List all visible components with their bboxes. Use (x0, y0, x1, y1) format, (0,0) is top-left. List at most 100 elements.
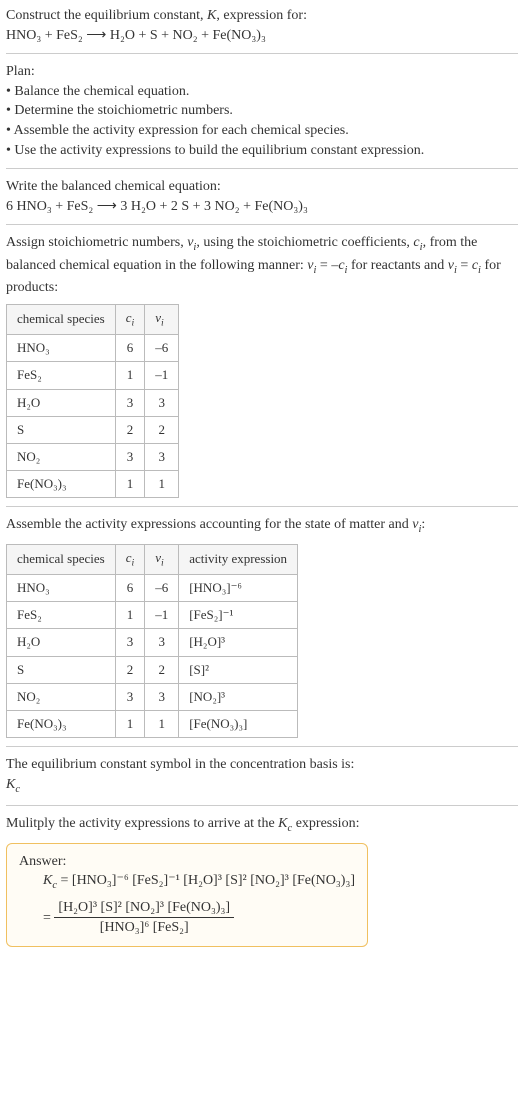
table-row: NO₂33[NO₂]³ (7, 683, 298, 710)
symbol-line2: Kc (6, 775, 518, 797)
cell-expr: [HNO₃]⁻⁶ (179, 574, 298, 601)
cell-v: 3 (145, 443, 179, 470)
cell-species: HNO₃ (7, 574, 116, 601)
assign-block: Assign stoichiometric numbers, νi, using… (6, 233, 518, 498)
cell-c: 1 (115, 602, 145, 629)
cell-species: H₂O (7, 389, 116, 416)
cell-species: H₂O (7, 629, 116, 656)
cell-c: 6 (115, 335, 145, 362)
balanced-block: Write the balanced chemical equation: 6 … (6, 177, 518, 216)
answer-line1: Kc = [HNO₃]⁻⁶ [FeS₂]⁻¹ [H₂O]³ [S]² [NO₂]… (19, 871, 355, 893)
assign-text: Assign stoichiometric numbers, νi, using… (6, 233, 518, 298)
equals: = (43, 910, 54, 925)
cell-v: 1 (145, 471, 179, 498)
cell-c: 1 (115, 362, 145, 389)
col-species: chemical species (7, 304, 116, 334)
table-row: NO₂33 (7, 443, 179, 470)
cell-species: Fe(NO₃)₃ (7, 471, 116, 498)
title-line1-text: Construct the equilibrium constant, K, e… (6, 6, 518, 26)
cell-species: HNO₃ (7, 335, 116, 362)
cell-species: S (7, 656, 116, 683)
table-row: HNO₃6–6[HNO₃]⁻⁶ (7, 574, 298, 601)
table-row: H₂O33[H₂O]³ (7, 629, 298, 656)
table-row: HNO₃6–6 (7, 335, 179, 362)
table-row: H₂O33 (7, 389, 179, 416)
col-vi: νi (145, 544, 179, 574)
stoich-table: chemical species ci νi HNO₃6–6 FeS₂1–1 H… (6, 304, 179, 498)
cell-expr: [FeS₂]⁻¹ (179, 602, 298, 629)
divider (6, 506, 518, 507)
plan-heading: Plan: (6, 62, 518, 82)
cell-species: NO₂ (7, 443, 116, 470)
cell-c: 1 (115, 710, 145, 737)
table-row: Fe(NO₃)₃11[Fe(NO₃)₃] (7, 710, 298, 737)
cell-c: 6 (115, 574, 145, 601)
divider (6, 805, 518, 806)
table-row: S22[S]² (7, 656, 298, 683)
col-expr: activity expression (179, 544, 298, 574)
assemble-block: Assemble the activity expressions accoun… (6, 515, 518, 738)
cell-c: 2 (115, 416, 145, 443)
cell-c: 3 (115, 629, 145, 656)
plan-item: • Determine the stoichiometric numbers. (6, 101, 518, 121)
cell-c: 3 (115, 389, 145, 416)
divider (6, 224, 518, 225)
cell-v: 3 (145, 629, 179, 656)
divider (6, 168, 518, 169)
answer-line2: = [H₂O]³ [S]² [NO₂]³ [Fe(NO₃)₃] [HNO₃]⁶ … (19, 898, 355, 938)
plan-item: • Use the activity expressions to build … (6, 141, 518, 161)
answer-box: Answer: Kc = [HNO₃]⁻⁶ [FeS₂]⁻¹ [H₂O]³ [S… (6, 843, 368, 947)
cell-c: 3 (115, 683, 145, 710)
fraction-numerator: [H₂O]³ [S]² [NO₂]³ [Fe(NO₃)₃] (54, 898, 234, 919)
answer-label: Answer: (19, 852, 355, 872)
col-vi: νi (145, 304, 179, 334)
cell-expr: [S]² (179, 656, 298, 683)
cell-c: 2 (115, 656, 145, 683)
table-row: Fe(NO₃)₃11 (7, 471, 179, 498)
fraction-denominator: [HNO₃]⁶ [FeS₂] (54, 918, 234, 938)
cell-v: 3 (145, 389, 179, 416)
cell-expr: [Fe(NO₃)₃] (179, 710, 298, 737)
cell-v: 2 (145, 656, 179, 683)
table-row: S22 (7, 416, 179, 443)
fraction: [H₂O]³ [S]² [NO₂]³ [Fe(NO₃)₃] [HNO₃]⁶ [F… (54, 898, 234, 938)
cell-c: 1 (115, 471, 145, 498)
cell-v: 1 (145, 710, 179, 737)
cell-species: Fe(NO₃)₃ (7, 710, 116, 737)
cell-species: FeS₂ (7, 602, 116, 629)
cell-v: –6 (145, 335, 179, 362)
multiply-block: Mulitply the activity expressions to arr… (6, 814, 518, 947)
cell-v: –1 (145, 362, 179, 389)
cell-species: FeS₂ (7, 362, 116, 389)
problem-statement: Construct the equilibrium constant, K, e… (6, 6, 518, 45)
assemble-text: Assemble the activity expressions accoun… (6, 515, 518, 537)
col-species: chemical species (7, 544, 116, 574)
plan-item: • Assemble the activity expression for e… (6, 121, 518, 141)
balanced-equation: 6 HNO₃ + FeS₂ ⟶ 3 H₂O + 2 S + 3 NO₂ + Fe… (6, 197, 518, 217)
divider (6, 53, 518, 54)
title-equation: HNO₃ + FeS₂ ⟶ H₂O + S + NO₂ + Fe(NO₃)₃ (6, 26, 518, 46)
plan-item: • Balance the chemical equation. (6, 82, 518, 102)
cell-v: 3 (145, 683, 179, 710)
cell-c: 3 (115, 443, 145, 470)
col-ci: ci (115, 544, 145, 574)
table-row: FeS₂1–1[FeS₂]⁻¹ (7, 602, 298, 629)
cell-expr: [NO₂]³ (179, 683, 298, 710)
table-header-row: chemical species ci νi activity expressi… (7, 544, 298, 574)
cell-v: 2 (145, 416, 179, 443)
symbol-block: The equilibrium constant symbol in the c… (6, 755, 518, 797)
multiply-text: Mulitply the activity expressions to arr… (6, 814, 518, 836)
cell-v: –6 (145, 574, 179, 601)
table-row: FeS₂1–1 (7, 362, 179, 389)
balanced-heading: Write the balanced chemical equation: (6, 177, 518, 197)
cell-expr: [H₂O]³ (179, 629, 298, 656)
plan-block: Plan: • Balance the chemical equation. •… (6, 62, 518, 160)
symbol-line1: The equilibrium constant symbol in the c… (6, 755, 518, 775)
cell-species: NO₂ (7, 683, 116, 710)
cell-v: –1 (145, 602, 179, 629)
col-ci: ci (115, 304, 145, 334)
table-header-row: chemical species ci νi (7, 304, 179, 334)
divider (6, 746, 518, 747)
activity-table: chemical species ci νi activity expressi… (6, 544, 298, 738)
cell-species: S (7, 416, 116, 443)
